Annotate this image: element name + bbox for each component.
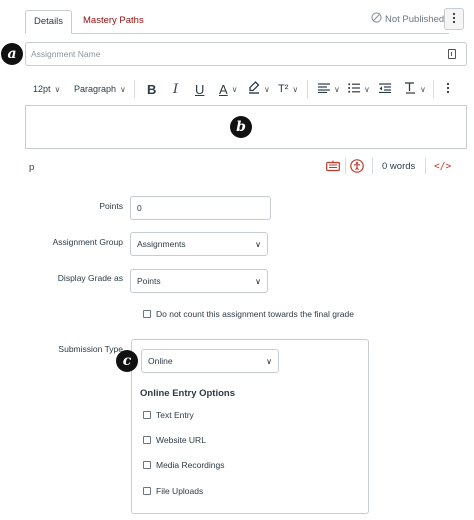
chevron-down-icon: ∨	[364, 84, 370, 94]
tab-mastery-paths[interactable]: Mastery Paths	[73, 10, 154, 34]
text-color-icon: A	[219, 81, 228, 97]
block-format-menu[interactable]: Paragraph ∨	[74, 82, 126, 96]
website-url-checkbox[interactable]	[143, 436, 151, 444]
superscript-icon: T²	[278, 83, 289, 95]
toolbar-separator	[134, 80, 135, 98]
chevron-down-icon: ∨	[264, 84, 270, 94]
website-url-option[interactable]: Website URL	[143, 435, 206, 445]
kebab-icon	[446, 82, 450, 97]
italic-icon: I	[173, 81, 179, 97]
file-uploads-option[interactable]: File Uploads	[143, 486, 203, 496]
display-grade-value: Points	[137, 276, 161, 286]
chevron-down-icon: ∨	[231, 84, 238, 94]
assignment-group-select[interactable]: Assignments ∨	[130, 232, 268, 256]
font-size-menu[interactable]: 12pt ∨	[33, 82, 60, 96]
publish-status[interactable]: Not Published	[371, 12, 444, 26]
toolbar-separator	[433, 80, 434, 98]
do-not-count-option[interactable]: Do not count this assignment towards the…	[143, 309, 354, 319]
display-grade-select[interactable]: Points ∨	[130, 269, 268, 293]
display-grade-label: Display Grade as	[57, 273, 123, 283]
assignment-group-value: Assignments	[137, 239, 186, 249]
do-not-count-checkbox[interactable]	[143, 310, 151, 318]
element-path[interactable]: p	[29, 162, 34, 173]
file-uploads-label: File Uploads	[156, 486, 204, 496]
file-uploads-checkbox[interactable]	[143, 487, 151, 495]
chevron-down-icon: ∨	[292, 84, 299, 94]
underline-icon: U	[195, 81, 205, 97]
outdent-button[interactable]	[379, 82, 391, 96]
chevron-down-icon: ∨	[54, 84, 61, 94]
accessibility-icon	[350, 159, 364, 176]
chevron-down-icon: ∨	[255, 239, 261, 249]
bold-icon: B	[147, 81, 157, 97]
highlight-color-button[interactable]: ∨	[248, 81, 270, 97]
accessibility-checker-button[interactable]	[350, 159, 364, 176]
block-format-value: Paragraph	[74, 84, 117, 94]
media-recordings-label: Media Recordings	[156, 460, 225, 470]
html-editor-toggle[interactable]: </>	[434, 161, 451, 172]
bold-button[interactable]: B	[147, 81, 157, 97]
assignment-name-input[interactable]	[25, 42, 467, 66]
text-color-button[interactable]: A ∨	[219, 81, 238, 97]
superscript-button[interactable]: T² ∨	[278, 82, 298, 96]
clear-formatting-icon	[404, 81, 416, 97]
more-options-button[interactable]	[444, 8, 464, 30]
toolbar-more-button[interactable]	[446, 82, 450, 96]
assignment-group-label: Assignment Group	[52, 237, 123, 247]
underline-button[interactable]: U	[195, 81, 205, 97]
chevron-down-icon: ∨	[255, 276, 261, 286]
chevron-down-icon: ∨	[334, 84, 340, 94]
italic-button[interactable]: I	[173, 81, 179, 97]
outdent-icon	[379, 82, 391, 96]
status-separator	[345, 158, 346, 174]
word-count[interactable]: 0 words	[382, 161, 415, 172]
do-not-count-label: Do not count this assignment towards the…	[156, 309, 354, 319]
keyboard-shortcuts-button[interactable]	[326, 160, 340, 175]
clear-formatting-menu[interactable]: ∨	[404, 81, 426, 97]
media-recordings-option[interactable]: Media Recordings	[143, 460, 225, 470]
text-entry-checkbox[interactable]	[143, 411, 151, 419]
chevron-down-icon: ∨	[266, 356, 272, 366]
website-url-label: Website URL	[156, 435, 206, 445]
toolbar-separator	[307, 80, 308, 98]
points-value: 0	[137, 203, 142, 213]
online-entry-heading: Online Entry Options	[140, 388, 236, 399]
publish-status-label: Not Published	[385, 13, 445, 25]
points-input[interactable]: 0	[130, 196, 271, 220]
submission-type-value: Online	[148, 356, 173, 366]
align-left-icon	[318, 82, 330, 96]
points-label: Points	[99, 201, 123, 211]
list-menu[interactable]: ∨	[348, 82, 370, 96]
bullet-list-icon	[348, 82, 360, 96]
not-published-icon	[371, 12, 382, 26]
chevron-down-icon: ∨	[120, 84, 126, 94]
media-recordings-checkbox[interactable]	[143, 461, 151, 469]
chevron-down-icon: ∨	[420, 84, 426, 94]
align-menu[interactable]: ∨	[318, 82, 340, 96]
kebab-icon	[452, 12, 456, 27]
tab-details[interactable]: Details	[25, 10, 72, 34]
highlighter-icon	[248, 81, 260, 97]
text-entry-label: Text Entry	[156, 410, 194, 420]
badge-a: a	[1, 43, 23, 65]
badge-b: b	[230, 116, 252, 138]
keyboard-icon	[326, 160, 340, 175]
status-separator	[372, 158, 373, 174]
submission-type-select[interactable]: Online ∨	[141, 349, 279, 373]
text-entry-option[interactable]: Text Entry	[143, 410, 194, 420]
submission-type-label: Submission Type	[58, 344, 123, 354]
status-separator	[425, 158, 426, 174]
badge-c: c	[116, 350, 138, 372]
font-size-value: 12pt	[33, 84, 51, 94]
password-manager-icon[interactable]	[448, 49, 456, 59]
